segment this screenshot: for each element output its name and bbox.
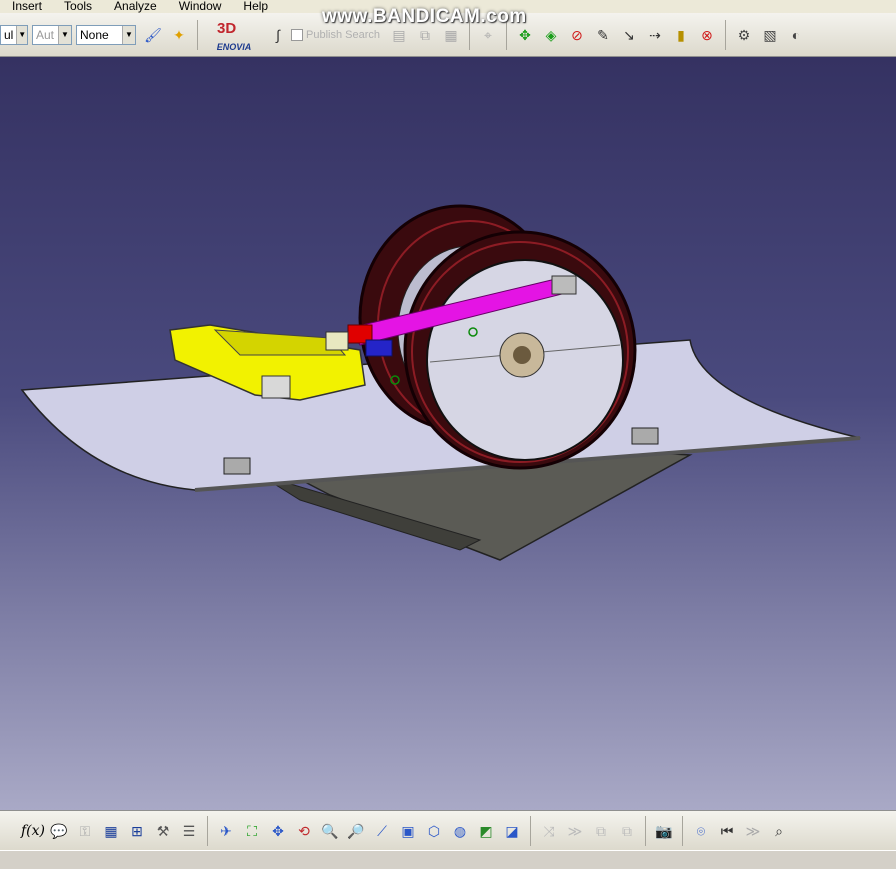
tree-icon[interactable]: ⊞ bbox=[126, 820, 148, 842]
sheet-bolt-left bbox=[223, 457, 251, 475]
wheel-hub-center bbox=[513, 346, 531, 364]
rod-blue-block bbox=[365, 339, 393, 357]
shading-icon[interactable]: ◩ bbox=[475, 820, 497, 842]
rotate-icon[interactable]: ⟲ bbox=[293, 820, 315, 842]
toolbar-overflow-icon[interactable]: ◐ bbox=[785, 24, 807, 46]
line-type-combo[interactable]: ul ▼ bbox=[0, 24, 28, 45]
measure-icon[interactable]: ⊗ bbox=[696, 24, 718, 46]
bag-icon[interactable]: ⚒ bbox=[152, 820, 174, 842]
disabled-tool-icon[interactable]: ⤨ bbox=[538, 820, 560, 842]
lock-icon[interactable]: ⚿ bbox=[74, 820, 96, 842]
menu-tools[interactable]: Tools bbox=[64, 0, 92, 12]
fx-icon[interactable]: f(x) bbox=[21, 820, 45, 842]
camera-icon[interactable]: 📷 bbox=[653, 820, 675, 842]
forward-icon[interactable]: ≫ bbox=[742, 820, 764, 842]
status-bar bbox=[0, 850, 896, 869]
formula-icon[interactable]: ∫ bbox=[267, 24, 289, 46]
iso-view-icon[interactable]: ⬡ bbox=[423, 820, 445, 842]
enovia-logo-icon: 3D bbox=[217, 19, 237, 37]
analysis-icon[interactable]: ⚙ bbox=[733, 24, 755, 46]
toolbar-separator bbox=[197, 19, 198, 50]
menu-analyze[interactable]: Analyze bbox=[114, 0, 157, 12]
report-icon[interactable]: ▧ bbox=[759, 24, 781, 46]
layer-combo[interactable]: None ▼ bbox=[76, 24, 136, 45]
pen-icon[interactable]: ✎ bbox=[592, 24, 614, 46]
pan-icon[interactable]: ✥ bbox=[267, 820, 289, 842]
chevron-down-icon[interactable]: ▼ bbox=[58, 25, 71, 44]
toolbar-separator bbox=[645, 816, 646, 846]
toolbar-separator bbox=[207, 816, 208, 846]
disabled-tool-icon[interactable]: ⧉ bbox=[590, 820, 612, 842]
paint-brush-icon[interactable]: 🖌 bbox=[142, 24, 164, 46]
bracket-block bbox=[261, 375, 291, 399]
table-icon[interactable]: ▦ bbox=[100, 820, 122, 842]
thickness-combo[interactable]: Aut ▼ bbox=[32, 24, 72, 45]
toolbar-separator bbox=[682, 816, 683, 846]
thickness-value: Aut bbox=[36, 27, 55, 42]
publish-checkbox[interactable] bbox=[291, 28, 303, 41]
snap-icon[interactable]: ◈ bbox=[540, 24, 562, 46]
wand-icon[interactable]: ✦ bbox=[168, 24, 190, 46]
line-icon[interactable]: ↘ bbox=[618, 24, 640, 46]
chevron-down-icon[interactable]: ▼ bbox=[122, 25, 135, 44]
menu-window[interactable]: Window bbox=[179, 0, 222, 12]
fit-all-icon[interactable]: ⛶ bbox=[241, 820, 263, 842]
magnifier-icon[interactable]: ⌕ bbox=[768, 820, 790, 842]
publish-search-label: Publish Search bbox=[306, 28, 380, 41]
enovia-button[interactable]: 3D ENOVIA bbox=[207, 18, 261, 52]
enovia-label: ENOVIA bbox=[216, 41, 252, 52]
ruler-icon[interactable]: ▮ bbox=[670, 24, 692, 46]
dimension-icon[interactable]: ⇢ bbox=[644, 24, 666, 46]
list-icon[interactable]: ☰ bbox=[178, 820, 200, 842]
sheet-bolt-right bbox=[631, 427, 659, 445]
fly-icon[interactable]: ✈ bbox=[215, 820, 237, 842]
normal-view-icon[interactable]: ⟋ bbox=[371, 820, 393, 842]
comment-icon[interactable]: 💬 bbox=[48, 820, 70, 842]
rod-end-clevis bbox=[551, 275, 577, 295]
render-icon[interactable]: ◍ bbox=[449, 820, 471, 842]
3d-viewport[interactable] bbox=[0, 57, 896, 810]
disabled-tool-icon[interactable]: ≫ bbox=[564, 820, 586, 842]
rewind-icon[interactable]: ⏮ bbox=[716, 820, 738, 842]
menu-help[interactable]: Help bbox=[243, 0, 268, 12]
3d-model-scene bbox=[20, 204, 861, 561]
bottom-toolbar: f(x) 💬 ⚿ ▦ ⊞ ⚒ ☰ ✈ ⛶ ✥ ⟲ 🔍 🔎 ⟋ ▣ ⬡ ◍ ◩ ◪… bbox=[0, 810, 896, 851]
multi-view-icon[interactable]: ▣ bbox=[397, 820, 419, 842]
bandicam-watermark: www.BANDICAM.com bbox=[322, 6, 527, 27]
menu-insert[interactable]: Insert bbox=[12, 0, 42, 12]
disabled-tool-icon[interactable]: ⧉ bbox=[616, 820, 638, 842]
target-icon[interactable]: ⌾ bbox=[690, 820, 712, 842]
toolbar-separator bbox=[725, 19, 726, 50]
zoom-in-icon[interactable]: 🔍 bbox=[319, 820, 341, 842]
line-type-value: ul bbox=[4, 27, 14, 42]
chevron-down-icon[interactable]: ▼ bbox=[16, 25, 27, 44]
no-entry-icon[interactable]: ⊘ bbox=[566, 24, 588, 46]
zoom-out-icon[interactable]: 🔎 bbox=[345, 820, 367, 842]
bracket-pivot bbox=[325, 331, 349, 351]
layer-value: None bbox=[80, 27, 109, 42]
toolbar-separator bbox=[530, 816, 531, 846]
wireframe-icon[interactable]: ◪ bbox=[501, 820, 523, 842]
